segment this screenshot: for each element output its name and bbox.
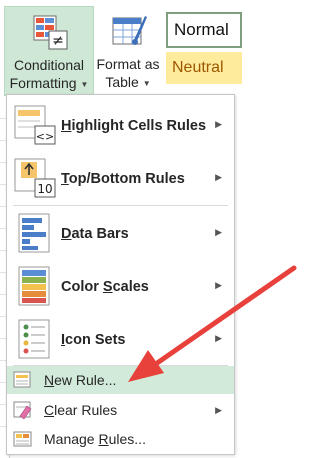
menu-item-icon-sets[interactable]: Icon Sets ▶ — [7, 313, 234, 366]
ribbon-edge — [242, 0, 298, 96]
cell-style-normal[interactable]: Normal — [166, 12, 242, 48]
conditional-formatting-button[interactable]: ≠ Conditional Formatting ▼ — [4, 6, 94, 96]
submenu-arrow-icon: ▶ — [215, 172, 222, 182]
menu-item-new-rule[interactable]: New Rule... — [7, 366, 234, 394]
submenu-arrow-icon: ▶ — [215, 227, 222, 237]
conditional-formatting-label-line1: Conditional — [13, 57, 85, 73]
svg-text:<>: <> — [36, 130, 54, 143]
menu-item-manage-rules[interactable]: Manage Rules... — [7, 425, 234, 453]
menu-item-label: Data Bars — [61, 226, 129, 242]
format-as-table-icon — [112, 16, 147, 45]
top-bottom-rules-icon: 10 — [14, 158, 56, 198]
new-rule-icon — [13, 371, 31, 388]
manage-rules-icon — [13, 431, 32, 447]
menu-item-label: Top/Bottom Rules — [61, 171, 185, 187]
menu-item-label: Manage Rules... — [44, 431, 146, 447]
menu-item-clear-rules[interactable]: Clear Rules ▶ — [7, 396, 234, 424]
menu-item-top-bottom-rules[interactable]: 10 Top/Bottom Rules ▶ — [7, 152, 234, 205]
format-as-table-label-line1: Format as — [96, 56, 160, 72]
menu-item-label: Color Scales — [61, 279, 149, 295]
submenu-arrow-icon: ▶ — [215, 119, 222, 129]
clear-rules-icon — [13, 401, 32, 420]
submenu-arrow-icon: ▶ — [215, 280, 222, 290]
svg-text:≠: ≠ — [52, 33, 64, 49]
chevron-down-icon: ▼ — [142, 78, 151, 88]
svg-text:10: 10 — [37, 182, 52, 196]
menu-item-highlight-cells-rules[interactable]: <> Highlight Cells Rules ▶ — [7, 99, 234, 152]
icon-sets-icon — [18, 319, 50, 359]
menu-separator — [13, 205, 228, 206]
data-bars-icon — [18, 213, 50, 253]
highlight-cells-rules-icon: <> — [14, 105, 56, 145]
cell-style-neutral[interactable]: Neutral — [166, 52, 242, 84]
chevron-down-icon: ▼ — [80, 79, 89, 89]
conditional-formatting-label-line2: Formatting ▼ — [9, 75, 89, 91]
menu-item-label: Icon Sets — [61, 332, 126, 348]
menu-item-data-bars[interactable]: Data Bars ▶ — [7, 207, 234, 260]
menu-item-label: Highlight Cells Rules — [61, 118, 207, 134]
submenu-arrow-icon: ▶ — [215, 333, 222, 343]
menu-item-label: Clear Rules — [44, 402, 118, 418]
menu-item-color-scales[interactable]: Color Scales ▶ — [7, 260, 234, 313]
conditional-formatting-icon: ≠ — [33, 15, 68, 50]
ribbon: ≠ Conditional Formatting ▼ Format as Tab… — [0, 0, 298, 96]
color-scales-icon — [18, 266, 50, 306]
format-as-table-button[interactable]: Format as Table ▼ — [94, 6, 162, 96]
format-as-table-label-line2: Table ▼ — [105, 74, 151, 90]
submenu-arrow-icon: ▶ — [215, 405, 222, 415]
menu-item-label: New Rule... — [44, 372, 117, 388]
conditional-formatting-menu: <> Highlight Cells Rules ▶ 10 Top/Bottom… — [6, 94, 235, 455]
